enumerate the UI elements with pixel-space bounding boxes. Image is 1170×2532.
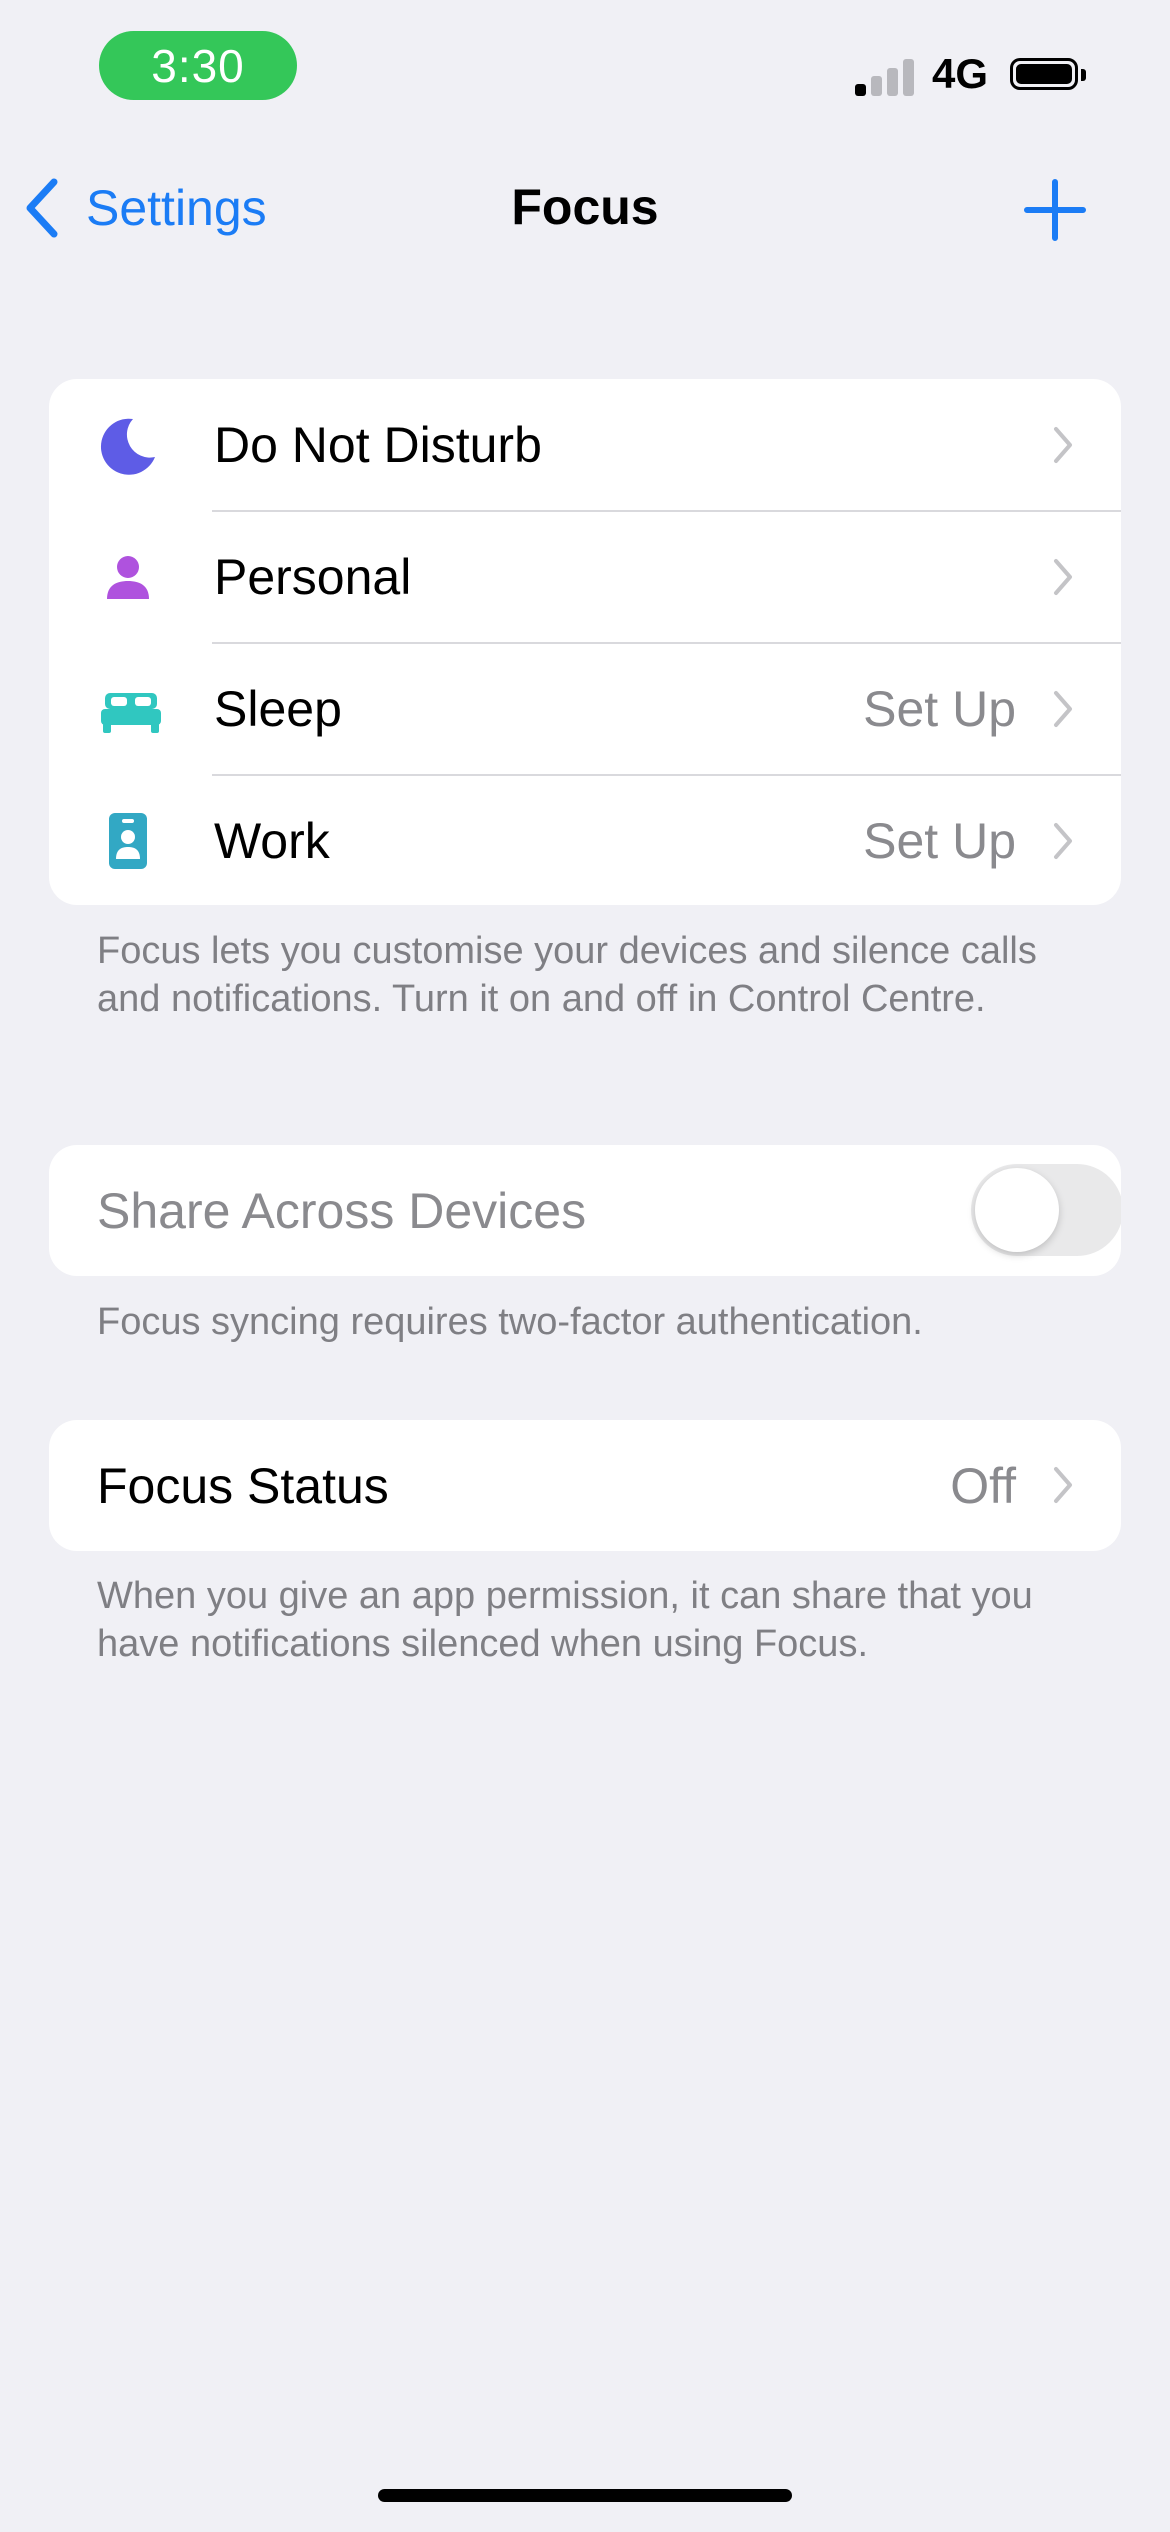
share-footer: Focus syncing requires two-factor authen…	[97, 1301, 923, 1343]
battery-icon	[1010, 58, 1086, 94]
bed-icon	[99, 679, 163, 741]
focus-status-footer: When you give an app permission, it can …	[97, 1575, 1033, 1665]
focus-row-value: Set Up	[863, 813, 1016, 869]
focus-row-personal[interactable]: Personal	[49, 511, 1121, 643]
plus-icon	[1024, 179, 1086, 241]
chevron-right-icon	[1054, 823, 1072, 859]
status-bar: 3:30 4G	[0, 0, 1170, 140]
home-indicator[interactable]	[378, 2489, 792, 2502]
network-type: 4G	[932, 50, 989, 97]
share-across-devices-group: Share Across Devices	[49, 1145, 1121, 1276]
focus-row-label: Personal	[214, 549, 412, 605]
chevron-right-icon	[1054, 427, 1072, 463]
chevron-right-icon	[1054, 1467, 1072, 1503]
focus-row-sleep[interactable]: Sleep Set Up	[49, 643, 1121, 775]
focus-modes-footer: Focus lets you customise your devices an…	[97, 930, 1037, 1020]
focus-status-value: Off	[950, 1457, 1016, 1514]
focus-row-work[interactable]: Work Set Up	[49, 775, 1121, 905]
signal-icon	[855, 58, 915, 96]
focus-status-row[interactable]: Focus Status Off	[49, 1420, 1121, 1551]
share-across-devices-label: Share Across Devices	[97, 1182, 587, 1239]
person-icon	[97, 547, 159, 609]
id-badge-icon	[97, 811, 159, 873]
focus-row-label: Work	[214, 813, 330, 869]
page-title: Focus	[511, 179, 659, 235]
share-across-devices-toggle[interactable]	[971, 1164, 1121, 1256]
chevron-right-icon	[1054, 559, 1072, 595]
focus-status-group: Focus Status Off	[49, 1420, 1121, 1551]
share-across-devices-row: Share Across Devices	[49, 1145, 1121, 1276]
status-time[interactable]: 3:30	[99, 31, 297, 100]
focus-modes-list: Do Not Disturb Personal Sleep Set Up Wor…	[49, 379, 1121, 905]
focus-row-do-not-disturb[interactable]: Do Not Disturb	[49, 379, 1121, 511]
toggle-knob	[975, 1168, 1059, 1252]
focus-row-label: Sleep	[214, 681, 342, 737]
chevron-right-icon	[1054, 691, 1072, 727]
focus-status-label: Focus Status	[97, 1457, 389, 1514]
add-focus-button[interactable]	[1021, 176, 1089, 244]
focus-row-value: Set Up	[863, 681, 1016, 737]
moon-icon	[97, 415, 159, 477]
focus-row-label: Do Not Disturb	[214, 417, 542, 473]
